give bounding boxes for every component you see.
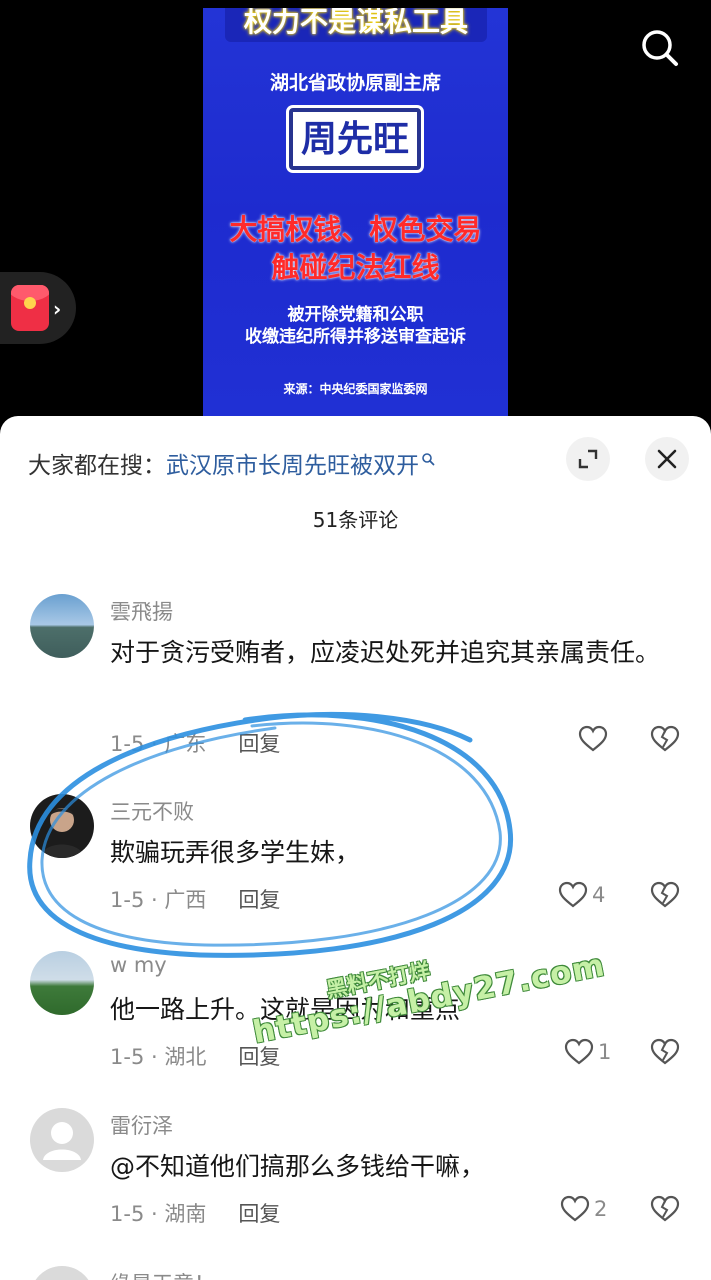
like-button[interactable]: 4 [558, 881, 605, 909]
poster-subtitle: 湖北省政协原副主席 [269, 72, 441, 94]
comment-item: 雲飛揚 对于贪污受贿者，应凌迟处死并追究其亲属责任。 1-5 · 广东 回复 [0, 594, 711, 774]
video-player[interactable]: 权力不是谋私工具 湖北省政协原副主席 周先旺 大搞权钱、权色交易 触碰纪法红线 … [0, 0, 711, 430]
like-button[interactable]: 1 [564, 1038, 611, 1066]
comment-date-location: 1-5 · 广西 [110, 888, 207, 912]
broken-heart-icon [650, 1038, 680, 1065]
like-count: 4 [592, 883, 606, 907]
poster-name-box: 周先旺 [289, 108, 421, 170]
comment-meta: 1-5 · 湖北 回复 [110, 1041, 280, 1071]
reply-button[interactable]: 回复 [238, 1045, 280, 1069]
search-button[interactable] [638, 26, 682, 70]
red-packet-button[interactable]: › [0, 272, 76, 344]
heart-icon [560, 1195, 590, 1222]
hot-search-bar[interactable]: 大家都在搜：武汉原市长周先旺被双开 [28, 446, 435, 480]
heart-icon [564, 1038, 594, 1065]
comment-username[interactable]: 三元不败 [110, 796, 194, 826]
broken-heart-icon [650, 881, 680, 908]
like-count: 1 [598, 1040, 612, 1064]
comment-count: 51条评论 [312, 508, 399, 532]
comment-username[interactable]: 缘是天意！ [110, 1268, 215, 1280]
dislike-button[interactable] [650, 1038, 680, 1070]
comment-username[interactable]: 雷衍泽 [110, 1110, 173, 1140]
hot-search-label: 大家都在搜： [28, 453, 166, 479]
poster-source: 来源：中央纪委国家监委网 [283, 382, 428, 396]
close-button[interactable] [645, 437, 689, 481]
close-icon [657, 449, 677, 469]
avatar[interactable] [30, 1266, 94, 1280]
avatar[interactable] [30, 951, 94, 1015]
reply-button[interactable]: 回复 [238, 888, 280, 912]
hot-search-term[interactable]: 武汉原市长周先旺被双开 [166, 453, 419, 479]
comment-item: w my 他一路上升。这就是因为和重点 1-5 · 湖北 回复 1 [0, 951, 711, 1081]
search-icon [421, 446, 435, 472]
broken-heart-icon [650, 1195, 680, 1222]
poster-white-line-2: 收缴违纪所得并移送审查起诉 [245, 327, 466, 347]
broken-heart-icon [650, 725, 680, 752]
dislike-button[interactable] [650, 1195, 680, 1227]
like-button[interactable]: 2 [560, 1195, 607, 1223]
poster-name: 周先旺 [300, 119, 409, 160]
poster-red-line-1: 大搞权钱、权色交易 [229, 213, 482, 246]
search-icon [642, 30, 678, 66]
comment-meta: 1-5 · 广西 回复 [110, 884, 280, 914]
reply-button[interactable]: 回复 [238, 1202, 280, 1226]
comment-username[interactable]: 雲飛揚 [110, 596, 173, 626]
poster-red-line-2: 触碰纪法红线 [271, 251, 440, 284]
comment-text: 欺骗玩弄很多学生妹， [110, 838, 361, 867]
comment-date-location: 1-5 · 湖北 [110, 1045, 207, 1069]
comment-text: 对于贪污受贿者，应凌迟处死并追究其亲属责任。 [110, 638, 661, 667]
comment-meta: 1-5 · 广东 回复 [110, 728, 280, 758]
like-count: 2 [594, 1197, 608, 1221]
avatar[interactable] [30, 1108, 94, 1172]
expand-button[interactable] [566, 437, 610, 481]
heart-icon [558, 881, 588, 908]
comment-date-location: 1-5 · 广东 [110, 732, 207, 756]
comment-date-location: 1-5 · 湖南 [110, 1202, 207, 1226]
avatar[interactable] [30, 794, 94, 858]
like-button[interactable] [578, 725, 608, 753]
comment-item: 三元不败 欺骗玩弄很多学生妹， 1-5 · 广西 回复 4 [0, 794, 711, 924]
comment-meta: 1-5 · 湖南 回复 [110, 1198, 280, 1228]
chevron-right-icon: › [53, 297, 62, 321]
comment-item: 雷衍泽 @不知道他们搞那么多钱给干嘛， 1-5 · 湖南 回复 2 [0, 1108, 711, 1238]
comment-sheet: 大家都在搜：武汉原市长周先旺被双开 51条评论 雲飛揚 对于贪污受贿者，应凌迟处… [0, 416, 711, 1280]
comment-item: 缘是天意！ [0, 1266, 711, 1280]
video-poster: 权力不是谋私工具 湖北省政协原副主席 周先旺 大搞权钱、权色交易 触碰纪法红线 … [203, 8, 508, 418]
expand-icon [578, 449, 598, 469]
reply-button[interactable]: 回复 [238, 732, 280, 756]
dislike-button[interactable] [650, 881, 680, 913]
comment-text: @不知道他们搞那么多钱给干嘛， [110, 1152, 486, 1181]
poster-top-banner: 权力不是谋私工具 [225, 8, 487, 42]
dislike-button[interactable] [650, 725, 680, 757]
heart-icon [578, 725, 608, 752]
avatar[interactable] [30, 594, 94, 658]
red-packet-icon [11, 285, 49, 331]
comment-username[interactable]: w my [110, 953, 167, 977]
comment-text: 他一路上升。这就是因为和重点 [110, 995, 461, 1024]
